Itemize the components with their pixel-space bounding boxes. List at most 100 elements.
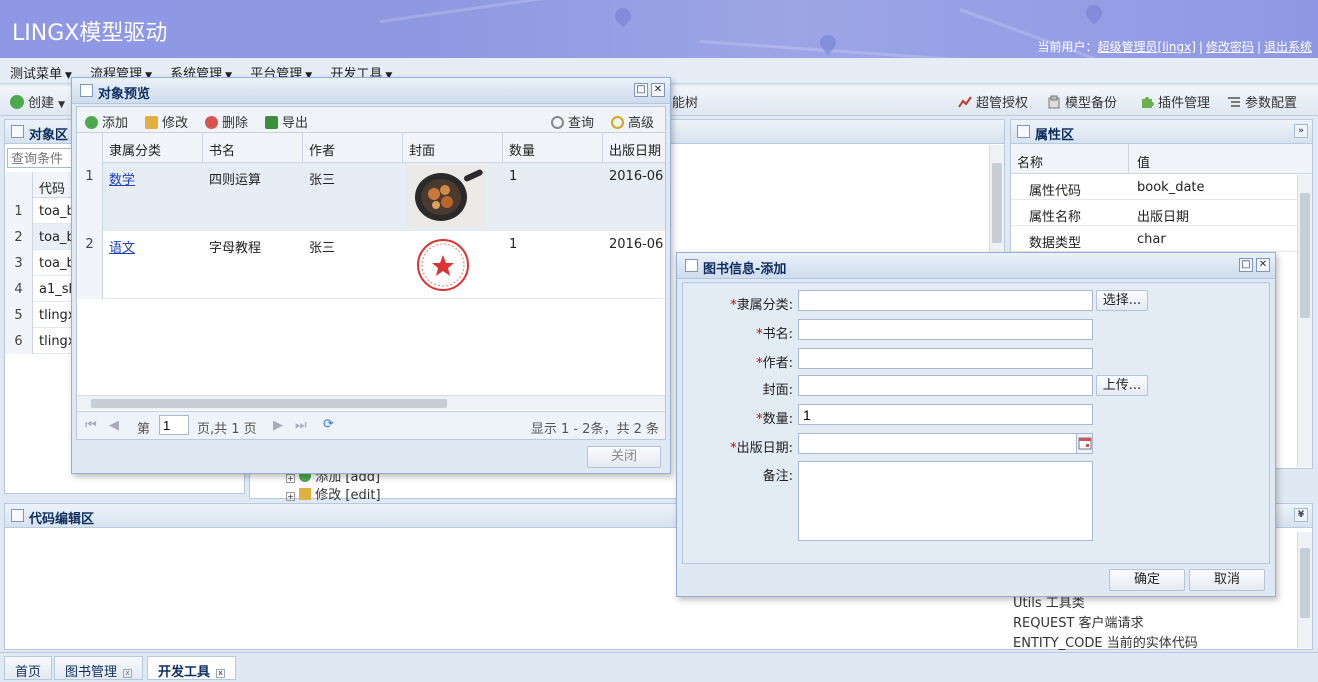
advanced-search-icon bbox=[611, 116, 624, 129]
book-row[interactable]: 1 数学 四则运算 张三 1 2016-06 bbox=[77, 163, 665, 231]
category-link[interactable]: 数学 bbox=[103, 163, 135, 188]
user-name-link[interactable]: 超级管理员[lingx] bbox=[1098, 40, 1196, 54]
last-page-icon[interactable]: ⏭ bbox=[295, 418, 307, 433]
close-tab-icon[interactable]: x bbox=[216, 669, 226, 678]
function-tree-label: 能树 bbox=[672, 96, 699, 111]
advanced-button[interactable]: 高级 bbox=[611, 112, 654, 131]
category-input[interactable] bbox=[798, 290, 1093, 311]
property-row[interactable]: 属性名称 出版日期 bbox=[1011, 200, 1312, 226]
property-scrollbar[interactable] bbox=[1297, 175, 1312, 467]
form-row-author: *作者: bbox=[683, 348, 1283, 374]
remark-textarea[interactable] bbox=[798, 461, 1093, 541]
tab-devtools[interactable]: 开发工具 x bbox=[147, 656, 237, 680]
search-icon bbox=[551, 116, 564, 129]
object-code: toa_b bbox=[39, 230, 75, 245]
model-backup-button[interactable]: 模型备份 bbox=[1047, 92, 1117, 111]
ok-button[interactable]: 确定 bbox=[1109, 569, 1185, 591]
select-button[interactable]: 选择... bbox=[1096, 290, 1148, 311]
name-column-header[interactable]: 书名 bbox=[203, 133, 303, 163]
category-column-header[interactable]: 隶属分类 bbox=[103, 133, 203, 163]
create-button[interactable]: 创建 ▼ bbox=[10, 92, 65, 111]
panel-icon bbox=[1017, 125, 1030, 138]
refresh-icon[interactable]: ⟳ bbox=[323, 417, 334, 432]
plugin-mgmt-button[interactable]: 插件管理 bbox=[1140, 92, 1210, 111]
object-preview-title: 对象预览 bbox=[98, 87, 151, 102]
chart-icon bbox=[958, 96, 972, 108]
stamp-image bbox=[415, 237, 471, 293]
date-column-header[interactable]: 出版日期 bbox=[603, 133, 667, 163]
page-suffix: 页,共 1 页 bbox=[197, 422, 257, 437]
delete-button[interactable]: 删除 bbox=[205, 112, 248, 131]
author-column-header[interactable]: 作者 bbox=[303, 133, 403, 163]
scroll-thumb[interactable] bbox=[992, 163, 1002, 243]
close-icon[interactable]: ✕ bbox=[1256, 258, 1270, 272]
help-line[interactable]: REQUEST 客户端请求 bbox=[1013, 614, 1198, 634]
book-row[interactable]: 2 语文 字母教程 张三 1 2016-06 bbox=[77, 231, 665, 299]
map-pin-icon bbox=[611, 4, 635, 28]
book-name: 四则运算 bbox=[209, 173, 262, 188]
map-road bbox=[379, 0, 638, 23]
name-column-header[interactable]: 名称 bbox=[1011, 144, 1129, 174]
close-icon[interactable]: ✕ bbox=[651, 83, 665, 97]
calendar-icon[interactable] bbox=[1076, 434, 1092, 453]
tab-home[interactable]: 首页 bbox=[4, 656, 53, 680]
separator: | bbox=[1256, 40, 1261, 54]
change-password-link[interactable]: 修改密码 bbox=[1206, 40, 1254, 54]
maximize-icon[interactable]: □ bbox=[634, 83, 648, 97]
maximize-icon[interactable]: □ bbox=[1239, 258, 1253, 272]
preview-hscrollbar[interactable] bbox=[77, 395, 665, 410]
code-help-scrollbar[interactable] bbox=[1297, 532, 1312, 648]
edit-label: 修改 bbox=[162, 116, 189, 131]
tab-book-mgmt[interactable]: 图书管理 x bbox=[54, 656, 144, 680]
qty-input[interactable] bbox=[798, 404, 1093, 425]
property-panel-header: 属性区 » bbox=[1011, 120, 1312, 144]
collapse-down-icon[interactable]: ¥ bbox=[1294, 508, 1308, 522]
tree-node-edit[interactable]: + 修改 [edit] bbox=[286, 484, 381, 503]
cover-column-header[interactable]: 封面 bbox=[403, 133, 503, 163]
value-column-header[interactable]: 值 bbox=[1131, 144, 1291, 171]
help-line[interactable]: Utils 工具类 bbox=[1013, 594, 1198, 614]
edit-icon bbox=[299, 488, 312, 500]
param-config-button[interactable]: 参数配置 bbox=[1227, 92, 1297, 111]
qty-column-header[interactable]: 数量 bbox=[503, 133, 603, 163]
super-auth-label: 超管授权 bbox=[976, 96, 1029, 111]
close-button[interactable]: 关闭 bbox=[587, 446, 661, 468]
app-title: LINGX模型驱动 bbox=[12, 21, 168, 46]
page-input[interactable] bbox=[159, 415, 189, 435]
upload-button[interactable]: 上传... bbox=[1096, 375, 1148, 396]
menu-test[interactable]: 测试菜单 ▼ bbox=[0, 58, 76, 82]
export-button[interactable]: 导出 bbox=[265, 112, 308, 131]
scroll-thumb[interactable] bbox=[91, 399, 447, 408]
pencil-icon bbox=[145, 116, 158, 129]
scroll-thumb[interactable] bbox=[1300, 193, 1310, 318]
model-backup-label: 模型备份 bbox=[1065, 96, 1118, 111]
property-name: 数据类型 bbox=[1029, 236, 1082, 251]
author-input[interactable] bbox=[798, 348, 1093, 369]
window-icon bbox=[685, 259, 698, 272]
help-line[interactable]: ENTITY_CODE 当前的实体代码 bbox=[1013, 634, 1198, 654]
scroll-thumb[interactable] bbox=[1300, 548, 1310, 618]
edit-button[interactable]: 修改 bbox=[145, 112, 188, 131]
add-button[interactable]: 添加 bbox=[85, 112, 128, 131]
prev-page-icon[interactable]: ◀ bbox=[109, 418, 119, 433]
cancel-button[interactable]: 取消 bbox=[1189, 569, 1265, 591]
query-button[interactable]: 查询 bbox=[551, 112, 594, 131]
date-input[interactable] bbox=[798, 433, 1093, 454]
property-row[interactable]: 属性代码 book_date bbox=[1011, 174, 1312, 200]
row-number: 5 bbox=[5, 302, 33, 328]
category-link[interactable]: 语文 bbox=[103, 231, 135, 256]
first-page-icon[interactable]: ⏮ bbox=[85, 418, 97, 433]
add-icon bbox=[10, 95, 24, 109]
logout-link[interactable]: 退出系统 bbox=[1264, 40, 1312, 54]
cover-input[interactable] bbox=[798, 375, 1093, 396]
book-name-input[interactable] bbox=[798, 319, 1093, 340]
close-tab-icon[interactable]: x bbox=[123, 669, 133, 678]
next-page-icon[interactable]: ▶ bbox=[273, 418, 283, 433]
preview-toolbar: 添加 修改 删除 导出 查询 高级 bbox=[77, 107, 665, 133]
expand-right-icon[interactable]: » bbox=[1294, 124, 1308, 138]
function-tree-tab[interactable]: 能树 bbox=[672, 92, 698, 111]
expand-icon: + bbox=[286, 474, 295, 483]
property-row[interactable]: 数据类型 char bbox=[1011, 226, 1312, 252]
super-auth-button[interactable]: 超管授权 bbox=[958, 92, 1028, 111]
form-row-name: *书名: bbox=[683, 319, 1283, 345]
